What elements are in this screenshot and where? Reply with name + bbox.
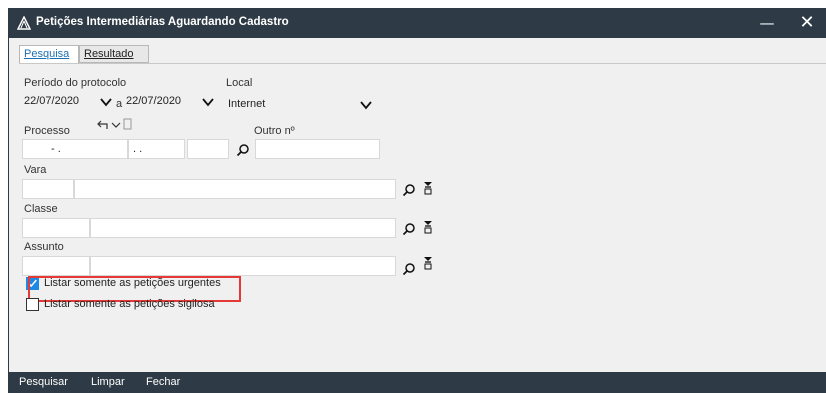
local-label: Local bbox=[226, 77, 253, 89]
outro-numero-label: Outro nº bbox=[254, 125, 295, 137]
date-from-value: 22/07/2020 bbox=[24, 95, 80, 107]
date-to-value: 22/07/2020 bbox=[126, 95, 182, 107]
title-bar: Petições Intermediárias Aguardando Cadas… bbox=[9, 8, 826, 38]
app-window: Petições Intermediárias Aguardando Cadas… bbox=[8, 8, 826, 393]
filter-clear-icon[interactable] bbox=[423, 220, 433, 234]
outro-numero-field[interactable] bbox=[255, 139, 380, 159]
processo-digit-field[interactable]: . . bbox=[128, 139, 185, 159]
processo-label: Processo bbox=[24, 125, 70, 137]
search-icon[interactable] bbox=[402, 262, 416, 276]
checkbox-sigilosa-label: Listar somente as petições sigilosa bbox=[44, 298, 215, 310]
undo-arrow-icon[interactable] bbox=[97, 119, 109, 131]
local-value: Internet bbox=[228, 98, 266, 110]
date-separator: a bbox=[116, 98, 123, 110]
app-logo-icon bbox=[17, 16, 31, 30]
processo-digit-value: . . bbox=[133, 143, 143, 155]
vara-label: Vara bbox=[24, 164, 47, 176]
processo-number-field[interactable]: - . bbox=[22, 139, 128, 159]
search-icon[interactable] bbox=[402, 183, 416, 197]
filter-clear-icon[interactable] bbox=[423, 181, 433, 195]
chevron-down-icon[interactable] bbox=[359, 98, 373, 112]
assunto-code-field[interactable] bbox=[22, 256, 90, 276]
pesquisar-button[interactable]: Pesquisar bbox=[19, 376, 68, 388]
classe-code-field[interactable] bbox=[22, 218, 90, 238]
vara-description-field[interactable] bbox=[74, 179, 396, 199]
limpar-button[interactable]: Limpar bbox=[91, 376, 125, 388]
fechar-button[interactable]: Fechar bbox=[146, 376, 180, 388]
vara-code-field[interactable] bbox=[22, 179, 74, 199]
tab-resultado[interactable]: Resultado bbox=[79, 45, 149, 63]
search-panel: Período do protocolo 22/07/2020 a 22/07/… bbox=[19, 63, 826, 373]
search-icon[interactable] bbox=[236, 143, 250, 157]
processo-number-value: - . bbox=[51, 143, 61, 155]
minimize-button[interactable]: — bbox=[747, 8, 787, 38]
search-icon[interactable] bbox=[402, 222, 416, 236]
chevron-down-icon[interactable] bbox=[111, 120, 121, 130]
classe-description-field[interactable] bbox=[90, 218, 396, 238]
processo-year-field[interactable] bbox=[187, 139, 229, 159]
filter-clear-icon[interactable] bbox=[423, 256, 433, 270]
chevron-down-icon[interactable] bbox=[201, 95, 215, 109]
assunto-description-field[interactable] bbox=[90, 256, 396, 276]
periodo-label: Período do protocolo bbox=[24, 77, 127, 89]
checkbox-unchecked-icon[interactable] bbox=[26, 298, 39, 311]
assunto-label: Assunto bbox=[24, 241, 64, 253]
window-title: Petições Intermediárias Aguardando Cadas… bbox=[36, 16, 289, 28]
action-bar: Pesquisar Limpar Fechar bbox=[9, 372, 826, 393]
chevron-down-icon[interactable] bbox=[99, 95, 113, 109]
close-button[interactable]: ✕ bbox=[787, 8, 826, 38]
classe-label: Classe bbox=[24, 203, 58, 215]
tab-pesquisa[interactable]: Pesquisa bbox=[19, 45, 79, 63]
document-icon[interactable] bbox=[123, 118, 132, 130]
local-select[interactable]: Internet bbox=[226, 95, 376, 115]
